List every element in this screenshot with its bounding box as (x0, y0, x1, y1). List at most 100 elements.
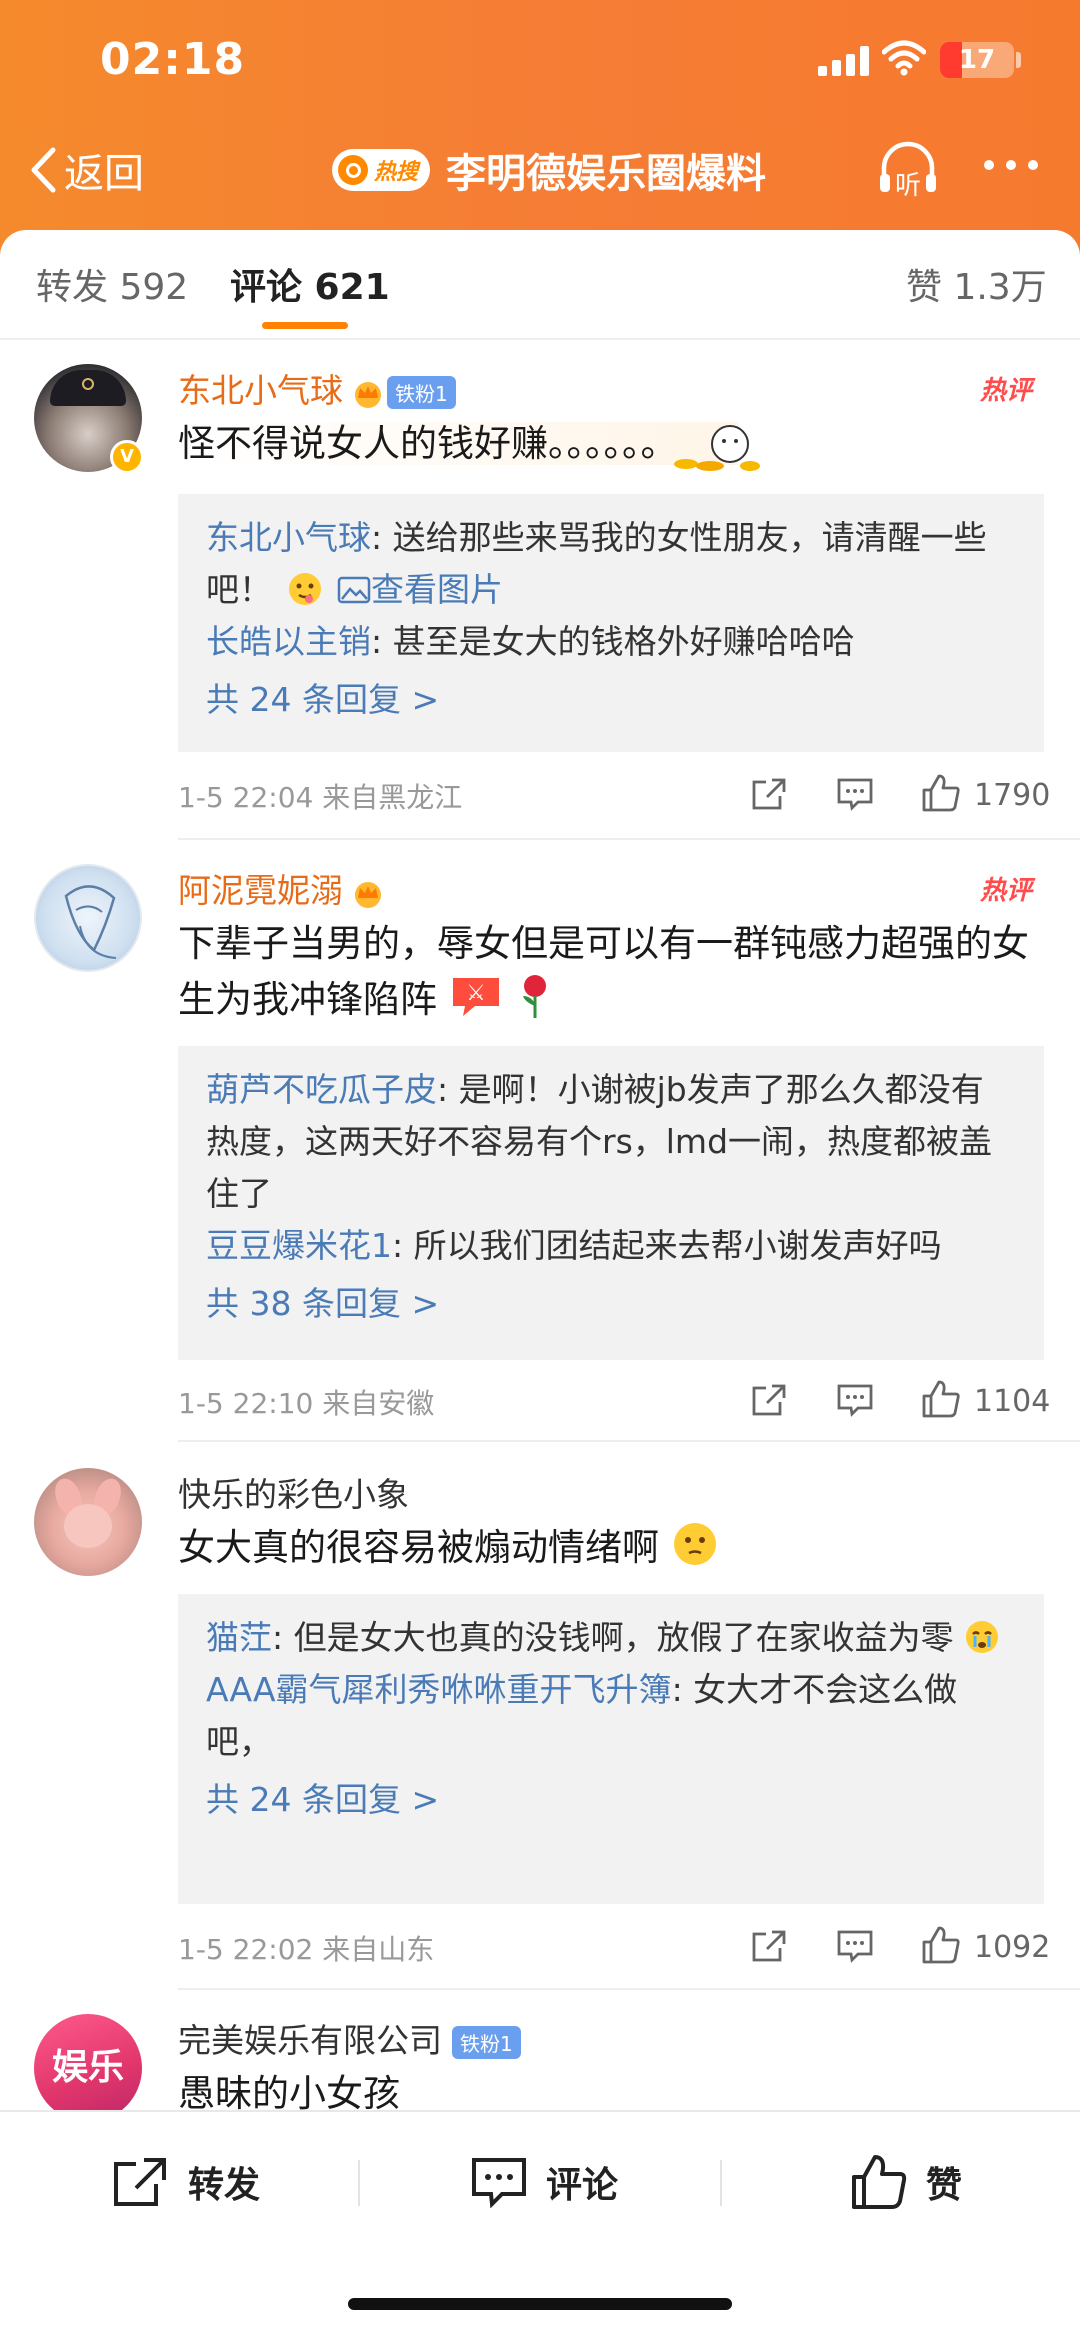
reply-user[interactable]: 东北小气球 (206, 518, 371, 557)
reply-box[interactable]: 东北小气球: 送给那些来骂我的女性朋友，请清醒一些吧！ 查看图片 长皓以主销: … (178, 494, 1044, 752)
avatar[interactable]: 娱乐 (34, 2014, 142, 2110)
repost-button[interactable]: 转发 (110, 2152, 260, 2212)
back-button[interactable]: 返回 (28, 140, 144, 200)
tab-likes[interactable]: 赞 1.3万 (906, 258, 1047, 310)
like-count: 1104 (974, 1384, 1051, 1419)
comment-author[interactable]: 完美娱乐有限公司 铁粉1 (178, 2014, 521, 2062)
share-icon[interactable] (750, 776, 788, 812)
status-time: 02:18 (100, 34, 246, 85)
thumbs-up-icon (852, 2155, 907, 2209)
tab-comments[interactable]: 评论 621 (230, 258, 390, 310)
thumbs-up-icon[interactable] (920, 1378, 962, 1420)
reply-box[interactable]: 猫茳: 但是女大也真的没钱啊，放假了在家收益为零 AAA霸气犀利秀咻咻重开飞升簿… (178, 1594, 1044, 1904)
search-icon (338, 155, 368, 185)
comment-actions: 1104 (750, 1378, 1050, 1422)
hot-comment-badge: 热评 (980, 376, 1033, 406)
reply-user[interactable]: 猫茳 (206, 1618, 272, 1657)
crown-icon (355, 881, 381, 908)
cellular-signal-icon (818, 46, 870, 76)
divider (178, 1440, 1080, 1442)
comment-meta: 1-5 22:04 来自黑龙江 (178, 781, 463, 814)
divider (358, 2160, 360, 2206)
chevron-left-icon (31, 147, 56, 193)
headphones-listen-icon[interactable]: 听 (876, 136, 940, 202)
reply-text: : 但是女大也真的没钱啊，放假了在家收益为零 (272, 1618, 954, 1657)
reply-item: 葫芦不吃瓜子皮: 是啊！小谢被jb发声了那么久都没有热度，这两天好不容易有个rs… (206, 1064, 1016, 1220)
comment-text: 愚昧的小女孩 (178, 2072, 400, 2110)
comment-author[interactable]: 快乐的彩色小象 (178, 1468, 409, 1516)
comment-text-content: 女大真的很容易被煽动情绪啊 (178, 1526, 659, 1569)
crown-icon (355, 381, 381, 408)
battery-indicator: 17 (940, 42, 1014, 78)
tab-repost[interactable]: 转发 592 (36, 258, 188, 310)
nav-bar: 返回 热搜 李明德娱乐圈爆料 听 (0, 130, 1080, 210)
comment-meta: 1-5 22:10 来自安徽 (178, 1387, 435, 1420)
like-count: 1092 (974, 1930, 1051, 1965)
active-tab-indicator (262, 322, 348, 329)
comment-item: 娱乐 完美娱乐有限公司 铁粉1 愚昧的小女孩 (0, 1990, 1080, 2110)
avatar-logo-text: 娱乐 (51, 2047, 124, 2088)
reply-item: AAA霸气犀利秀咻咻重开飞升簿: 女大才不会这么做吧， (206, 1664, 1016, 1768)
comment-text: 怪不得说女人的钱好赚。。。。。。 (178, 416, 1038, 472)
reply-user[interactable]: 葫芦不吃瓜子皮 (206, 1070, 437, 1109)
comment-text-content: 怪不得说女人的钱好赚。。。。。。 (178, 422, 738, 465)
comment-text-content: 下辈子当男的，辱女但是可以有一群钝感力超强的女生为我冲锋陷阵 (178, 922, 1029, 1021)
page-title: 李明德娱乐圈爆料 (446, 151, 767, 197)
reply-item: 长皓以主销: 甚至是女大的钱格外好赚哈哈哈 (206, 616, 1016, 668)
avatar[interactable] (34, 864, 142, 972)
comment-actions: 1790 (750, 772, 1050, 816)
svg-text:⚔: ⚔ (466, 981, 486, 1006)
comment-item: 快乐的彩色小象 女大真的很容易被煽动情绪啊 猫茳: 但是女大也真的没钱啊，放假了… (0, 1444, 1080, 1990)
fight-emoji-icon: ⚔ (452, 978, 499, 1016)
author-name: 阿泥霓妮溺 (178, 871, 343, 910)
battery-level: 17 (958, 45, 996, 75)
comment-icon[interactable] (836, 1928, 874, 1964)
more-replies-link[interactable]: 共 38 条回复 > (206, 1278, 1016, 1330)
reply-user[interactable]: AAA霸气犀利秀咻咻重开飞升簿 (206, 1670, 672, 1709)
hot-comment-badge: 热评 (980, 876, 1033, 906)
comment-button[interactable]: 评论 (470, 2152, 618, 2212)
reply-text: : 甚至是女大的钱格外好赚哈哈哈 (371, 622, 855, 661)
more-menu-button[interactable] (984, 160, 1038, 170)
status-bar: 02:18 17 (0, 0, 1080, 120)
share-icon[interactable] (750, 1382, 788, 1418)
thumbs-up-icon[interactable] (920, 772, 962, 814)
repost-label: 转发 (188, 2165, 261, 2206)
more-replies-link[interactable]: 共 24 条回复 > (206, 674, 1016, 726)
hot-search-label: 热搜 (374, 160, 419, 185)
fan-badge: 铁粉1 (387, 376, 456, 409)
avatar[interactable] (34, 1468, 142, 1576)
wifi-icon (882, 40, 926, 76)
hot-search-badge[interactable]: 热搜 (332, 149, 431, 191)
title-group: 热搜 李明德娱乐圈爆料 (332, 140, 766, 200)
money-bag-emoji-icon (674, 425, 760, 471)
share-icon[interactable] (750, 1928, 788, 1964)
comment-meta: 1-5 22:02 来自山东 (178, 1933, 435, 1966)
author-name: 东北小气球 (178, 371, 343, 410)
comment-icon[interactable] (836, 776, 874, 812)
comment-author[interactable]: 阿泥霓妮溺 (178, 864, 385, 912)
comment-text: 女大真的很容易被煽动情绪啊 (178, 1520, 1038, 1576)
comment-author[interactable]: 东北小气球 铁粉1 (178, 364, 456, 412)
reply-item: 东北小气球: 送给那些来骂我的女性朋友，请清醒一些吧！ 查看图片 (206, 512, 1016, 616)
comment-actions: 1092 (750, 1924, 1050, 1968)
view-image-label: 查看图片 (371, 570, 503, 609)
reply-box[interactable]: 葫芦不吃瓜子皮: 是啊！小谢被jb发声了那么久都没有热度，这两天好不容易有个rs… (178, 1046, 1044, 1360)
thumbs-up-icon[interactable] (920, 1924, 962, 1966)
author-name: 完美娱乐有限公司 (178, 2021, 442, 2060)
reply-item: 猫茳: 但是女大也真的没钱啊，放假了在家收益为零 (206, 1612, 1016, 1664)
reply-text: : 所以我们团结起来去帮小谢发声好吗 (392, 1226, 942, 1265)
crying-face-emoji-icon (966, 1621, 999, 1653)
reply-user[interactable]: 豆豆爆米花1 (206, 1226, 392, 1265)
back-label: 返回 (64, 151, 144, 197)
comment-icon (472, 2158, 526, 2208)
like-button[interactable]: 赞 (850, 2152, 962, 2212)
comment-item: 阿泥霓妮溺 热评 下辈子当男的，辱女但是可以有一群钝感力超强的女生为我冲锋陷阵 … (0, 840, 1080, 1444)
fan-badge: 铁粉1 (452, 2026, 521, 2059)
comment-label: 评论 (546, 2165, 619, 2206)
more-replies-link[interactable]: 共 24 条回复 > (206, 1774, 1016, 1826)
comment-icon[interactable] (836, 1382, 874, 1418)
comment-text: 下辈子当男的，辱女但是可以有一群钝感力超强的女生为我冲锋陷阵 ⚔ (178, 916, 1038, 1028)
reply-user[interactable]: 长皓以主销 (206, 622, 371, 661)
view-image-link[interactable]: 查看图片 (337, 570, 503, 609)
